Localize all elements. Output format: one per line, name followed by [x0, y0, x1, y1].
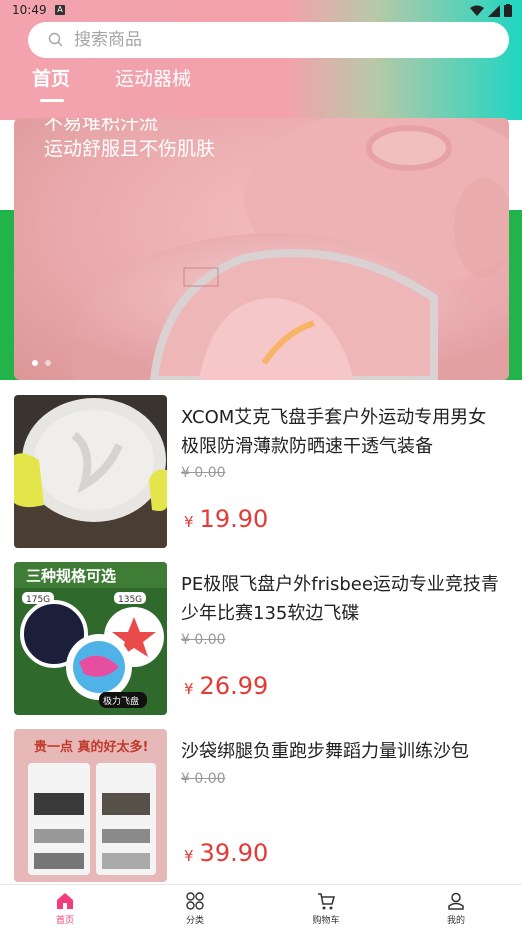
product-image: 贵一点 真的好太多! — [14, 729, 167, 882]
carousel-indicator — [32, 360, 51, 366]
wifi-icon — [470, 5, 484, 16]
price-currency: ¥ — [184, 680, 194, 698]
product-original-price: ¥ 0.00 — [181, 465, 226, 481]
carousel-dot[interactable] — [45, 360, 51, 366]
carousel-dot-active[interactable] — [32, 360, 38, 366]
top-tabs: 首页 运动器械 — [0, 60, 522, 105]
nav-profile[interactable]: 我的 — [426, 891, 486, 926]
image-brand: 极力飞盘 — [103, 695, 139, 707]
price-value: 19.90 — [199, 505, 269, 533]
banner-carousel[interactable]: 不易堆积汗流 运动舒服且不伤肌肤 — [14, 118, 509, 380]
product-image — [14, 395, 167, 548]
tab-sports-equipment[interactable]: 运动器械 — [115, 64, 191, 91]
product-image: 三种规格可选 175G 135G 极力飞盘 — [14, 562, 167, 715]
bottom-navigation: 首页 分类 购物车 我的 — [0, 884, 522, 929]
banner-text-line1: 不易堆积汗流 — [44, 118, 159, 134]
nav-category-label: 分类 — [185, 916, 204, 926]
home-icon — [57, 893, 73, 909]
product-price: ¥26.99 — [184, 672, 268, 700]
image-headline: 贵一点 真的好太多! — [34, 739, 148, 755]
nav-category[interactable]: 分类 — [165, 891, 225, 926]
battery-icon — [504, 4, 512, 17]
product-original-price: ¥ 0.00 — [181, 771, 226, 787]
search-icon — [48, 32, 63, 47]
status-bar: 10:49 A — [0, 0, 522, 22]
nav-cart[interactable]: 购物车 — [296, 891, 356, 926]
status-time: 10:49 — [12, 3, 47, 17]
signal-icon — [488, 4, 500, 17]
status-icons — [470, 4, 512, 17]
grid-icon — [186, 892, 204, 910]
nav-cart-label: 购物车 — [312, 916, 340, 926]
product-card[interactable]: 贵一点 真的好太多! 沙袋绑腿负重跑步舞蹈力量训练沙包 ¥ 0.00 ¥39.9… — [14, 729, 509, 882]
notification-icon: A — [55, 5, 65, 15]
price-currency: ¥ — [184, 847, 194, 865]
product-card[interactable]: XCOM艾克飞盘手套户外运动专用男女极限防滑薄款防晒速干透气装备 ¥ 0.00 … — [14, 395, 509, 548]
price-currency: ¥ — [184, 513, 194, 531]
cart-icon — [318, 893, 335, 910]
search-input[interactable] — [74, 30, 454, 50]
product-title: 沙袋绑腿负重跑步舞蹈力量训练沙包 — [181, 741, 469, 762]
price-value: 39.90 — [199, 839, 269, 867]
user-icon — [448, 892, 464, 910]
tab-active-indicator — [40, 99, 64, 102]
image-size-a: 175G — [26, 595, 50, 605]
product-title: PE极限飞盘户外frisbee运动专业竞技青少年比赛135软边飞碟 — [181, 574, 499, 624]
product-card[interactable]: 三种规格可选 175G 135G 极力飞盘 PE极限飞盘户外frisbee运动专… — [14, 562, 509, 715]
product-price: ¥39.90 — [184, 839, 268, 867]
nav-home[interactable]: 首页 — [35, 891, 95, 926]
image-headline: 三种规格可选 — [26, 567, 116, 585]
search-bar[interactable] — [28, 22, 509, 58]
image-size-b: 135G — [118, 595, 142, 605]
price-value: 26.99 — [199, 672, 269, 700]
product-title: XCOM艾克飞盘手套户外运动专用男女极限防滑薄款防晒速干透气装备 — [181, 407, 487, 457]
nav-home-label: 首页 — [55, 916, 74, 926]
home-page: 10:49 A 首页 运动器械 — [0, 0, 522, 929]
tab-home[interactable]: 首页 — [32, 64, 70, 91]
nav-profile-label: 我的 — [446, 916, 465, 926]
banner-text-line2: 运动舒服且不伤肌肤 — [44, 138, 216, 160]
product-original-price: ¥ 0.00 — [181, 632, 226, 648]
product-price: ¥19.90 — [184, 505, 268, 533]
